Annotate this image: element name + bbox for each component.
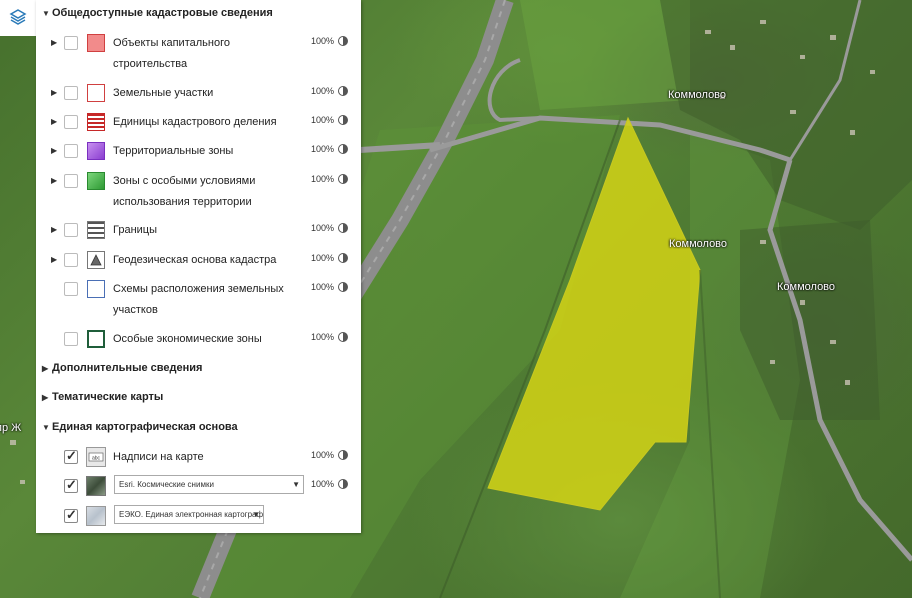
opacity-value: 100% [311,115,335,125]
layers-icon [9,8,27,29]
caret-right-icon[interactable]: ▶ [51,38,57,47]
opacity-icon[interactable] [338,253,348,263]
opacity-icon[interactable] [338,450,348,460]
basemap-select[interactable]: Esri. Космические снимки ▼ [114,475,304,494]
layer-checkbox[interactable] [64,144,78,158]
layer-label: Геодезическая основа кадастра [113,254,277,266]
group-header-thematic[interactable]: ▶ Тематические карты [42,391,163,403]
layer-label: Земельные участки [113,87,214,99]
select-value: ЕЭКО. Единая электронная картографичес [119,510,264,519]
caret-right-icon[interactable]: ▶ [51,225,57,234]
opacity-value: 100% [311,144,335,154]
map-labels-icon: abc [86,447,106,467]
basemap-select[interactable]: ЕЭКО. Единая электронная картографичес ▼ [114,505,264,524]
opacity-value: 100% [311,450,335,460]
plot-schemes-icon [87,280,105,298]
layer-checkbox[interactable] [64,448,78,464]
caret-right-icon[interactable]: ▶ [51,88,57,97]
place-label: Коммолово [668,89,727,101]
group-header-basemap[interactable]: ▼ Единая картографическая основа [42,421,238,433]
select-value: Esri. Космические снимки [119,480,214,489]
borders-icon [87,221,105,239]
layer-checkbox[interactable] [64,253,78,267]
layer-checkbox[interactable] [64,36,78,50]
eeko-map-icon [86,506,106,526]
opacity-icon[interactable] [338,479,348,489]
opacity-icon[interactable] [338,36,348,46]
layer-label: Границы [113,224,157,236]
layer-checkbox[interactable] [64,223,78,237]
group-title: Единая картографическая основа [52,421,238,433]
economic-zones-icon [87,330,105,348]
opacity-value: 100% [311,86,335,96]
layers-panel: ▼ Общедоступные кадастровые сведения ▶ Об… [36,0,361,533]
satellite-icon [86,476,106,496]
opacity-value: 100% [311,223,335,233]
caret-right-icon: ▶ [42,364,49,373]
opacity-icon[interactable] [338,223,348,233]
layer-label: Территориальные зоны [113,145,234,157]
opacity-value: 100% [311,479,335,489]
capital-construction-icon [87,34,105,52]
territorial-zones-icon [87,142,105,160]
svg-text:abc: abc [92,456,101,462]
layer-checkbox[interactable] [64,332,78,346]
opacity-value: 100% [311,332,335,342]
caret-right-icon[interactable]: ▶ [51,176,57,185]
opacity-icon[interactable] [338,144,348,154]
layer-label: Объекты капитального строительства [113,37,230,70]
group-title: Тематические карты [52,391,164,403]
layer-checkbox[interactable] [64,282,78,296]
layers-panel-toggle[interactable] [0,0,37,36]
opacity-value: 100% [311,174,335,184]
layer-label: Схемы расположения земельных участков [113,283,284,316]
layer-checkbox[interactable] [64,507,78,523]
caret-right-icon[interactable]: ▶ [51,117,57,126]
layer-checkbox[interactable] [64,477,78,493]
caret-right-icon: ▶ [42,393,49,402]
caret-down-icon: ▼ [42,423,50,432]
layer-label: Надписи на карте [113,451,204,463]
group-title: Общедоступные кадастровые сведения [52,7,273,19]
geodetic-icon [87,251,105,269]
opacity-icon[interactable] [338,115,348,125]
place-label: пр Ж [0,422,22,434]
special-zones-icon [87,172,105,190]
opacity-icon[interactable] [338,86,348,96]
dropdown-arrow-icon: ▼ [252,510,260,519]
layer-label: Особые экономические зоны [113,333,262,345]
dropdown-arrow-icon: ▼ [292,480,300,489]
opacity-icon[interactable] [338,174,348,184]
caret-right-icon[interactable]: ▶ [51,255,57,264]
layer-label: Зоны с особыми условиями использования т… [113,175,256,208]
group-header-cadastral[interactable]: ▼ Общедоступные кадастровые сведения [42,7,273,19]
layer-checkbox[interactable] [64,174,78,188]
opacity-value: 100% [311,253,335,263]
group-header-additional[interactable]: ▶ Дополнительные сведения [42,362,202,374]
opacity-icon[interactable] [338,282,348,292]
layer-checkbox[interactable] [64,115,78,129]
place-label: Коммолово [669,238,728,250]
layer-label: Единицы кадастрового деления [113,116,277,128]
opacity-value: 100% [311,36,335,46]
opacity-value: 100% [311,282,335,292]
caret-right-icon[interactable]: ▶ [51,146,57,155]
group-title: Дополнительные сведения [52,362,203,374]
cadastral-division-icon [87,113,105,131]
layer-checkbox[interactable] [64,86,78,100]
land-plots-icon [87,84,105,102]
place-label: Коммолово [777,281,836,293]
opacity-icon[interactable] [338,332,348,342]
caret-down-icon: ▼ [42,9,50,18]
